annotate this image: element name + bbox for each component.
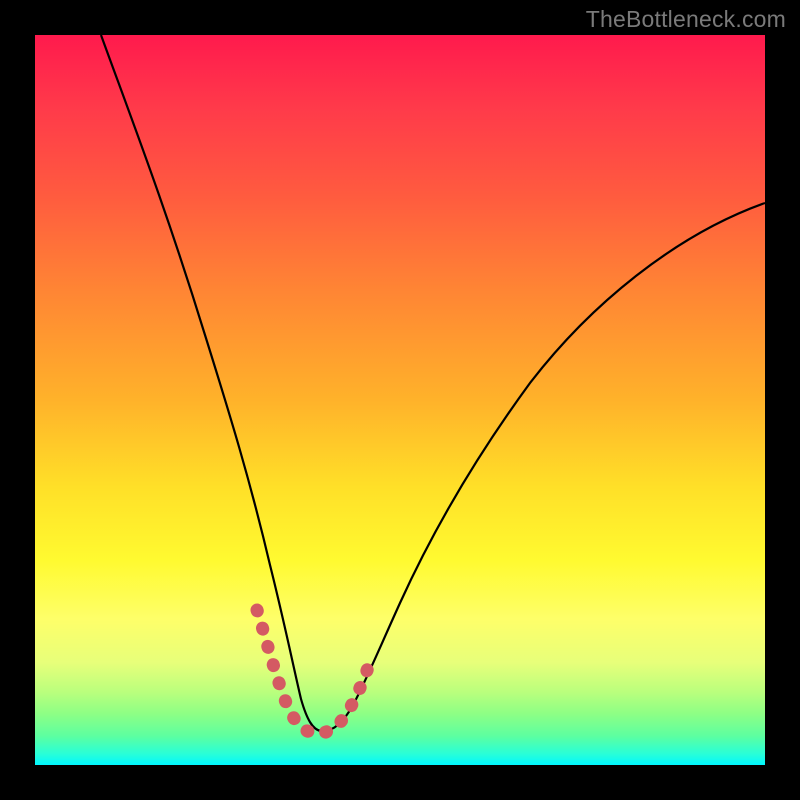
bottleneck-curve xyxy=(101,35,765,731)
plot-area xyxy=(35,35,765,765)
curve-layer xyxy=(35,35,765,765)
watermark-text: TheBottleneck.com xyxy=(586,6,786,33)
chart-frame: TheBottleneck.com xyxy=(0,0,800,800)
highlight-zone xyxy=(257,610,371,733)
